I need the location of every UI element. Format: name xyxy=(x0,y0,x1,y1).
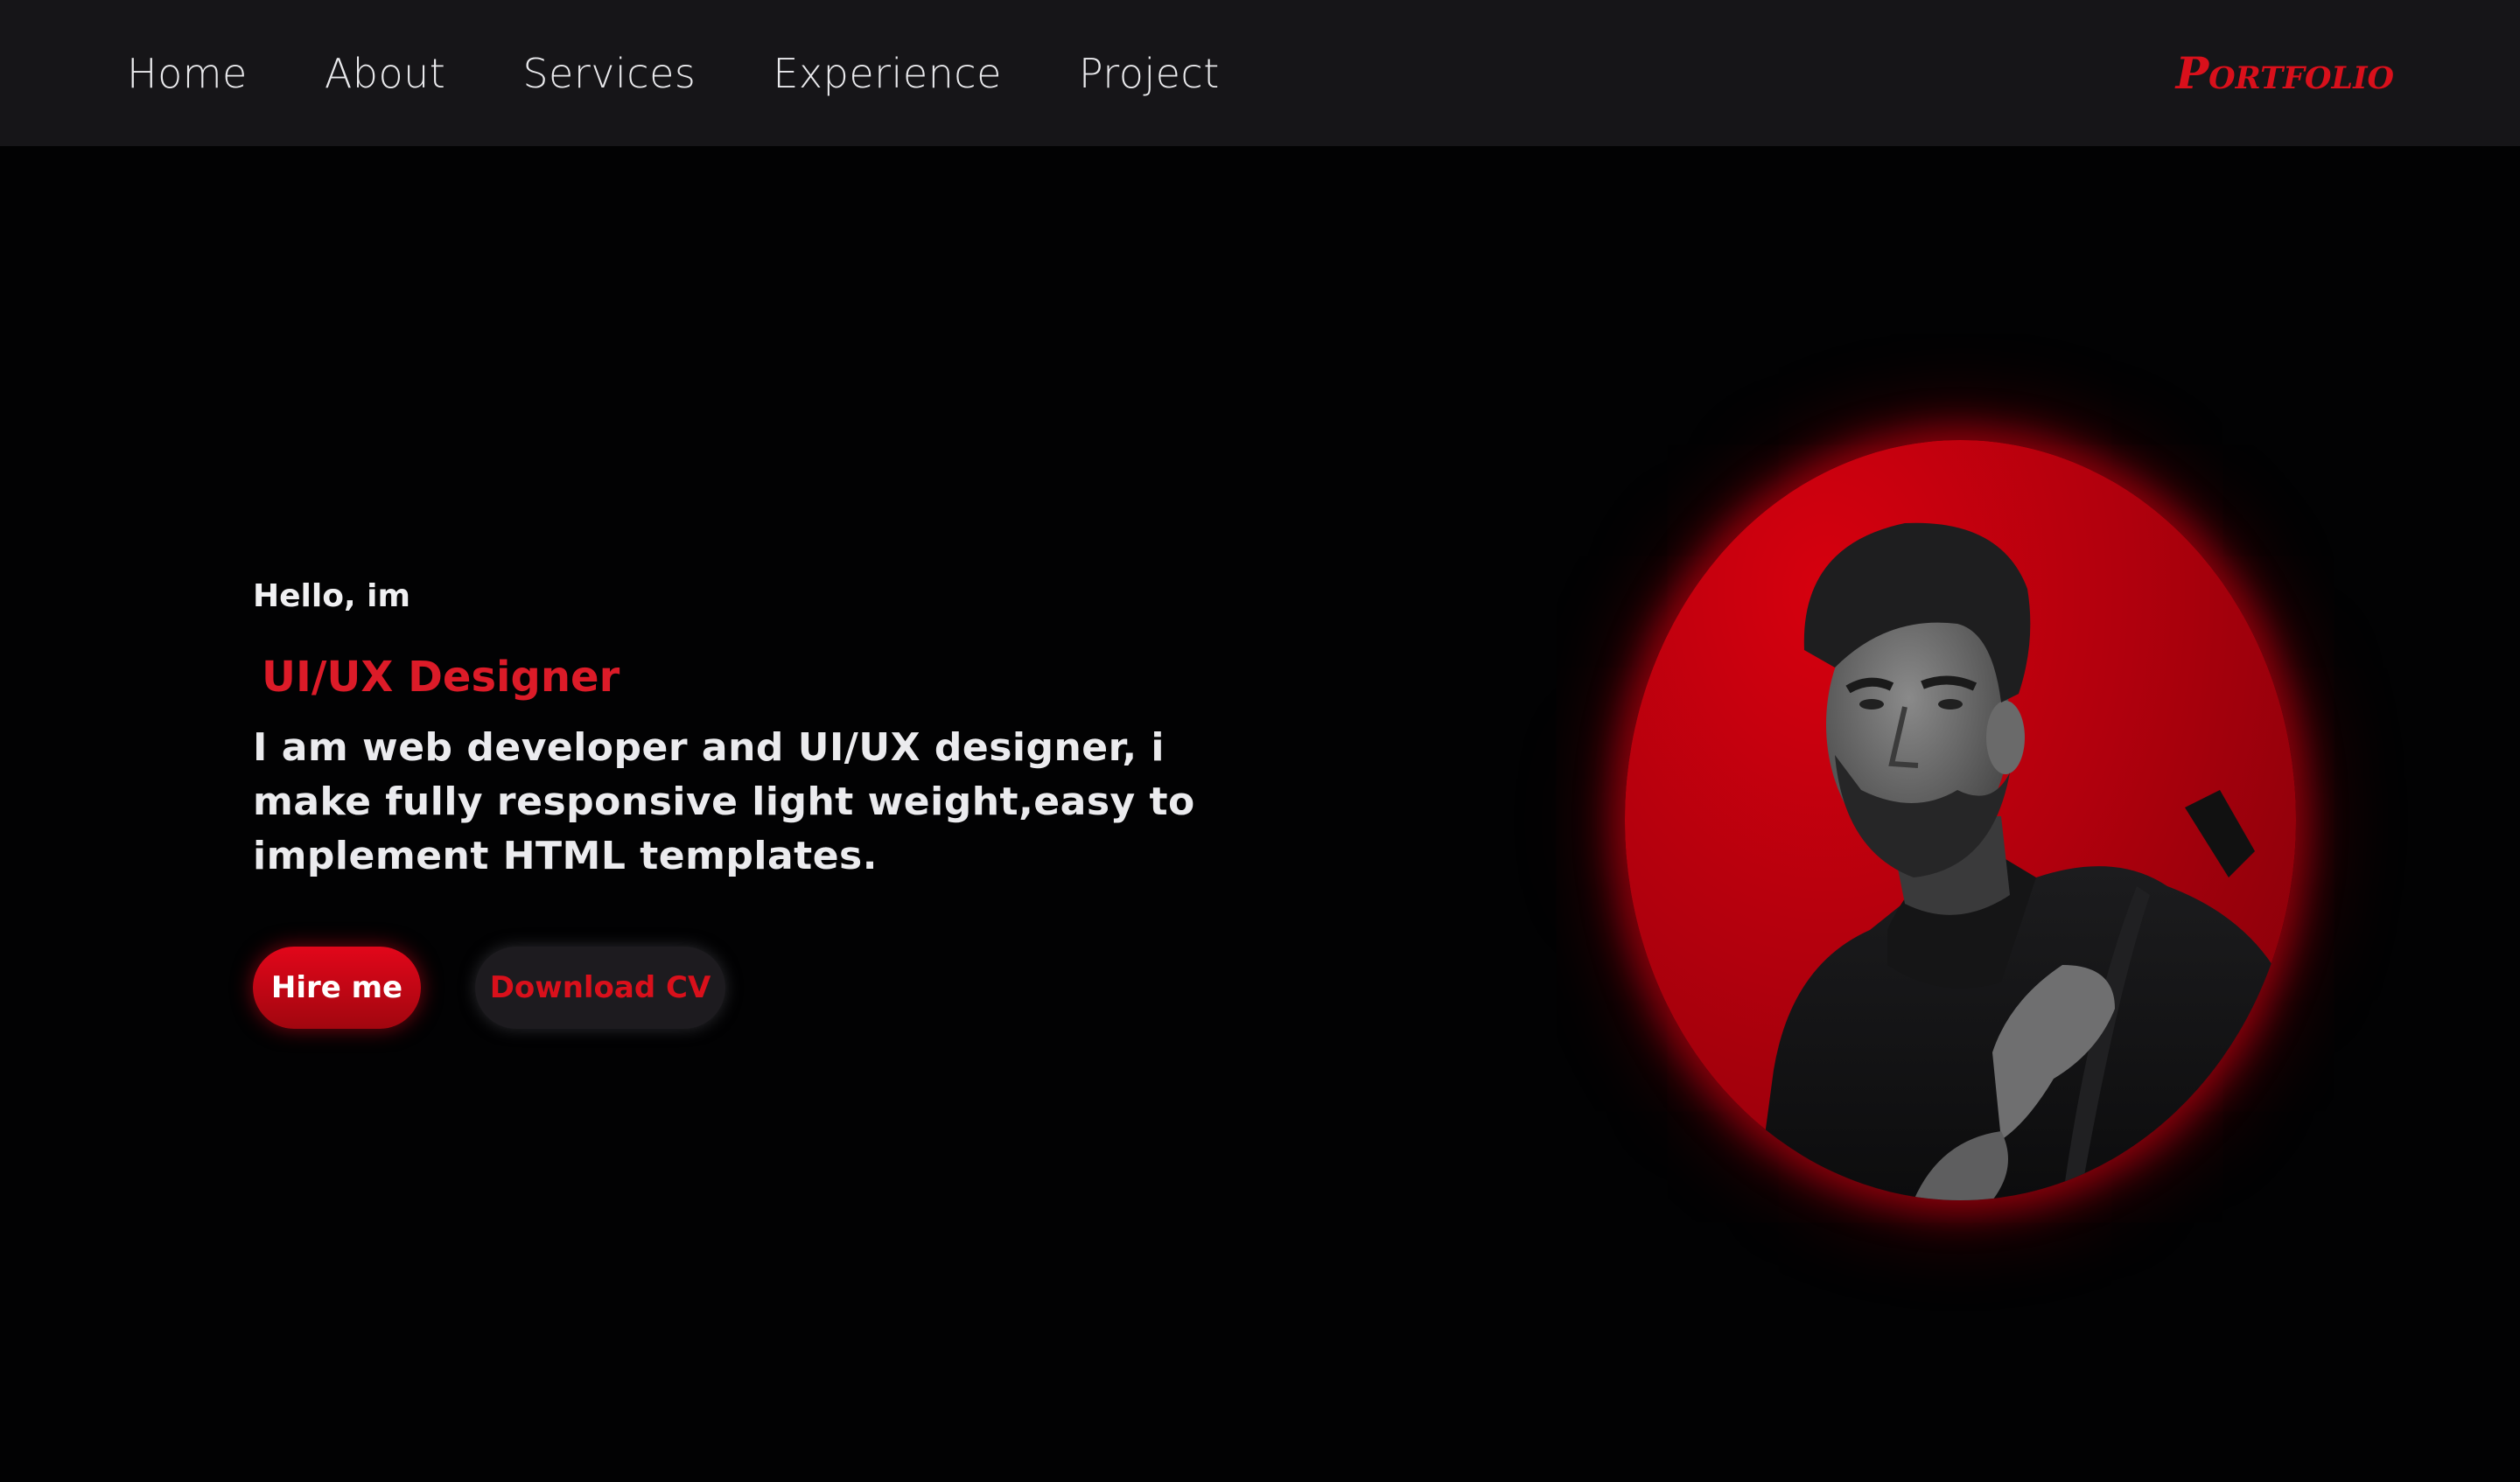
page: Home About Services Experience Project P… xyxy=(0,0,2520,1482)
nav-home-link[interactable]: Home xyxy=(127,50,248,97)
hero-greeting: Hello, im xyxy=(253,578,411,614)
download-cv-button[interactable]: Download CV xyxy=(475,947,725,1029)
navbar: Home About Services Experience Project P… xyxy=(0,0,2520,146)
brand-logo[interactable]: Portfolio xyxy=(2176,0,2394,146)
hero-role: UI/UX Designer xyxy=(262,653,620,702)
hero-buttons: Hire me Download CV xyxy=(253,947,1303,1029)
hire-me-button[interactable]: Hire me xyxy=(253,947,421,1029)
nav-links: Home About Services Experience Project xyxy=(127,0,1297,146)
nav-experience-link[interactable]: Experience xyxy=(773,50,1002,97)
nav-project-link[interactable]: Project xyxy=(1079,50,1220,97)
hero-section: Hello, im UI/UX Designer I am web develo… xyxy=(253,569,1303,1029)
profile-photo xyxy=(1625,440,2296,1200)
hero-description: I am web developer and UI/UX designer, i… xyxy=(253,725,1195,878)
nav-services-link[interactable]: Services xyxy=(522,50,696,97)
profile-photo-figure xyxy=(1756,522,2296,1200)
nav-about-link[interactable]: About xyxy=(325,50,446,97)
